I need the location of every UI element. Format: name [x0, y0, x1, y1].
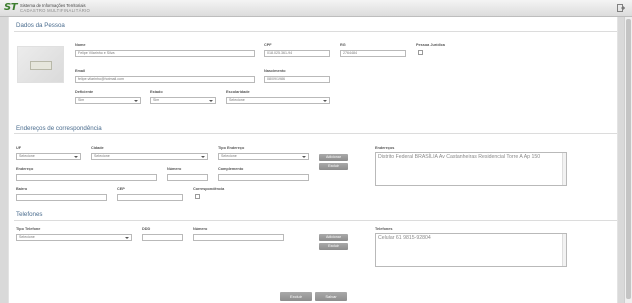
- cep-label: CEP: [117, 187, 125, 191]
- app-logo: ST Sistema de Informações Territoriais C…: [4, 2, 90, 13]
- divider: [14, 220, 617, 221]
- nome-input[interactable]: Felipe Vilarinho e Silva: [75, 50, 255, 57]
- delete-endereco-button[interactable]: Excluir: [319, 163, 348, 170]
- rg-label: RG: [340, 43, 346, 47]
- add-endereco-button[interactable]: Adicionar: [319, 154, 348, 161]
- email-label: Email: [75, 69, 86, 73]
- chevron-down-icon: [302, 156, 306, 158]
- tipo-telefone-label: Tipo Telefone: [16, 227, 41, 231]
- tipo-endereco-select[interactable]: Selecione: [218, 153, 309, 160]
- cidade-select[interactable]: Selecione: [91, 153, 208, 160]
- correspondencia-checkbox[interactable]: [195, 194, 200, 199]
- tipo-endereco-label: Tipo Endereço: [218, 146, 245, 150]
- chevron-down-icon: [323, 100, 327, 102]
- logo-subtitle: CADASTRO MULTIFINALITÁRIO: [20, 7, 91, 13]
- complemento-input[interactable]: [218, 174, 309, 181]
- pessoa-juridica-label: Pessoa Jurídica: [416, 43, 445, 47]
- chevron-down-icon: [134, 100, 138, 102]
- numero-input[interactable]: [167, 174, 208, 181]
- correspondencia-label: Correspondência: [193, 187, 225, 191]
- logout-icon[interactable]: [617, 4, 625, 12]
- nascimento-label: Nascimento: [264, 69, 286, 73]
- estado-label: Estado: [150, 90, 163, 94]
- chevron-down-icon: [74, 156, 78, 158]
- bairro-input[interactable]: [16, 194, 107, 201]
- estado-select[interactable]: Sim: [150, 97, 216, 104]
- ddd-input[interactable]: [142, 234, 183, 241]
- endereco-label: Endereço: [16, 167, 34, 171]
- numero-label: Número: [167, 167, 182, 171]
- section-title-enderecos: Endereços de correspondência: [16, 125, 102, 132]
- endereco-input[interactable]: [16, 174, 157, 181]
- delete-button[interactable]: Excluir: [280, 292, 312, 301]
- telefone-numero-label: Número: [193, 227, 208, 231]
- pessoa-juridica-checkbox[interactable]: [418, 50, 423, 55]
- complemento-label: Complemento: [218, 167, 244, 171]
- deficiente-label: Deficiente: [75, 90, 94, 94]
- email-input[interactable]: felipe.vilarinho@hotmail.com: [75, 76, 255, 83]
- scroll-thumb[interactable]: [626, 19, 631, 299]
- top-bar: ST Sistema de Informações Territoriais C…: [0, 0, 632, 17]
- uf-select[interactable]: Selecione: [16, 153, 81, 160]
- cpf-label: CPF: [264, 43, 272, 47]
- person-photo[interactable]: [17, 46, 64, 83]
- nome-label: Nome: [75, 43, 86, 47]
- divider: [14, 133, 617, 134]
- list-scrollbar[interactable]: [562, 234, 566, 266]
- ddd-label: DDD: [142, 227, 151, 231]
- escolaridade-label: Escolaridade: [226, 90, 250, 94]
- cidade-label: Cidade: [91, 146, 104, 150]
- deficiente-select[interactable]: Sim: [75, 97, 141, 104]
- escolaridade-select[interactable]: Selecione: [226, 97, 330, 104]
- section-title-pessoa: Dados da Pessoa: [16, 22, 65, 29]
- page-scrollbar[interactable]: [624, 17, 632, 303]
- save-button[interactable]: Salvar: [315, 292, 347, 301]
- enderecos-list[interactable]: Distrito Federal BRASÍLIA Av Castanheira…: [375, 152, 567, 186]
- logo-title: Sistema de Informações Territoriais: [20, 2, 86, 8]
- chevron-down-icon: [201, 156, 205, 158]
- chevron-down-icon: [125, 237, 129, 239]
- cep-input[interactable]: [117, 194, 183, 201]
- section-title-telefones: Telefones: [16, 211, 43, 218]
- tipo-telefone-select[interactable]: Selecione: [16, 234, 132, 241]
- photo-placeholder-icon: [30, 61, 52, 70]
- cpf-input[interactable]: 018.025.361-94: [264, 50, 330, 57]
- chevron-down-icon: [209, 100, 213, 102]
- rg-input[interactable]: 2764484: [340, 50, 406, 57]
- enderecos-list-label: Endereços: [375, 146, 395, 150]
- nascimento-input[interactable]: 08/09/1986: [264, 76, 330, 83]
- uf-label: UF: [16, 146, 22, 150]
- bairro-label: Bairro: [16, 187, 28, 191]
- telefones-list-label: Telefones: [375, 227, 393, 231]
- telefone-numero-input[interactable]: [193, 234, 284, 241]
- telefones-list[interactable]: Celular 61 9815-92804: [375, 233, 567, 267]
- list-scrollbar[interactable]: [562, 153, 566, 185]
- divider: [14, 31, 617, 32]
- logo-mark: ST: [4, 2, 18, 13]
- add-telefone-button[interactable]: Adicionar: [319, 234, 348, 241]
- delete-telefone-button[interactable]: Excluir: [319, 243, 348, 250]
